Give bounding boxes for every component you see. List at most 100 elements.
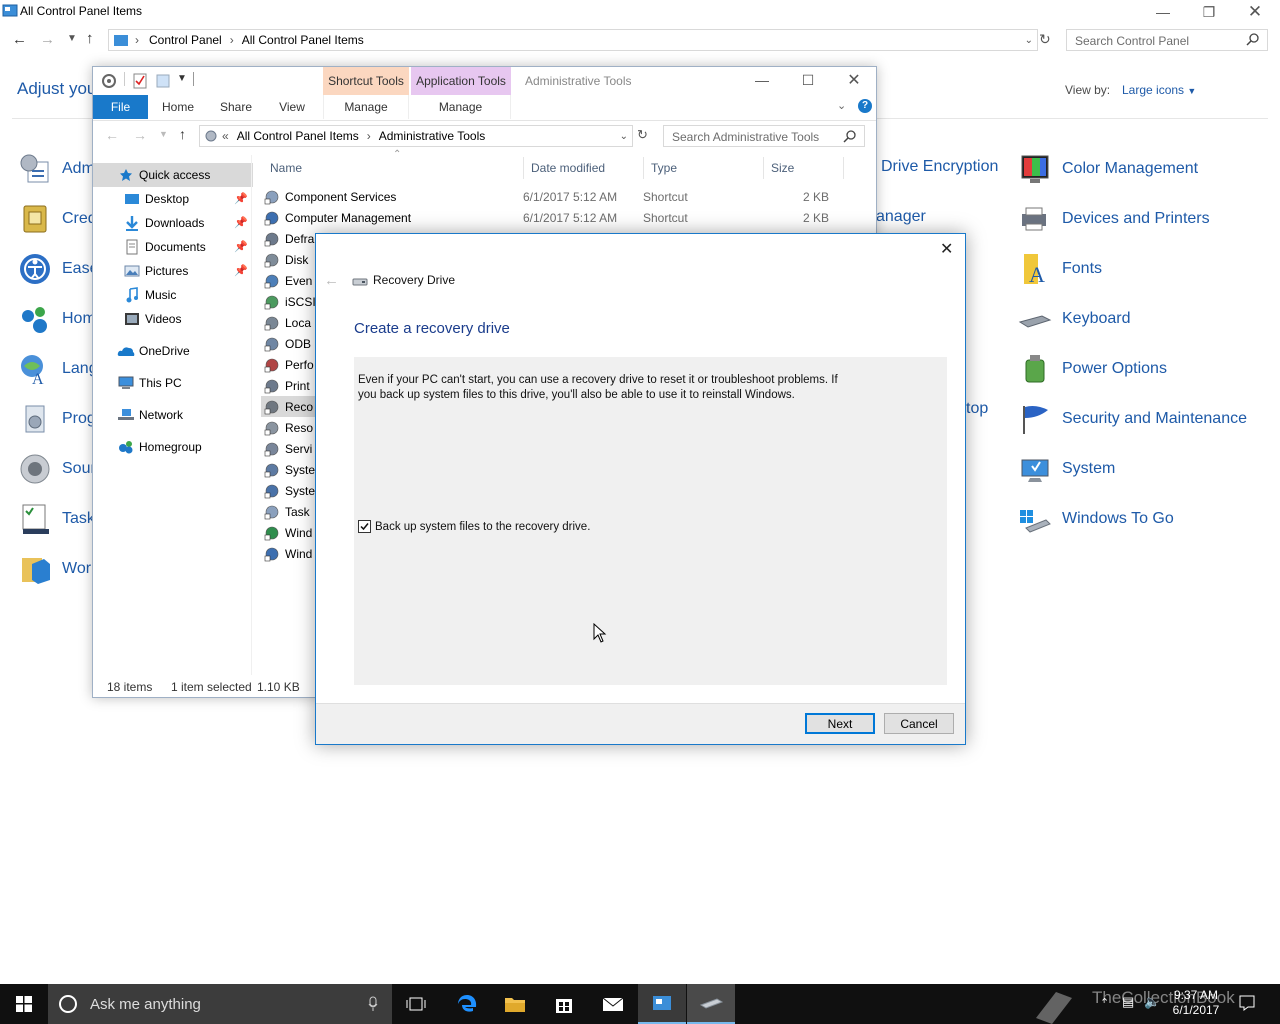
cp-item-security-maintenance[interactable]: Security and Maintenance <box>1018 399 1247 439</box>
cancel-button[interactable]: Cancel <box>884 713 954 734</box>
nav-item-onedrive[interactable]: OneDrive <box>93 339 253 363</box>
tab-application-tools[interactable]: Application Tools <box>411 67 511 95</box>
taskbar-recovery-drive[interactable] <box>687 984 735 1024</box>
nav-item-desktop[interactable]: Desktop 📌 <box>93 187 253 211</box>
refresh-icon[interactable]: ↻ <box>637 127 648 143</box>
new-folder-icon[interactable] <box>156 73 170 89</box>
next-button[interactable]: Next <box>805 713 875 734</box>
forward-arrow-icon[interactable]: → <box>40 31 55 48</box>
nav-item-documents[interactable]: Documents 📌 <box>93 235 253 259</box>
address-bar[interactable]: › Control Panel › All Control Panel Item… <box>108 29 1038 51</box>
nav-item-this-pc[interactable]: This PC <box>93 371 253 395</box>
cp-item-homegroup[interactable]: Hom <box>18 299 98 339</box>
breadcrumb-item[interactable]: Control Panel <box>149 33 222 47</box>
tab-shortcut-tools[interactable]: Shortcut Tools <box>323 67 409 95</box>
back-arrow-icon[interactable]: ← <box>324 272 339 289</box>
start-button[interactable] <box>0 984 48 1024</box>
recent-chevron-icon[interactable]: ▼ <box>159 129 168 139</box>
back-arrow-icon[interactable]: ← <box>105 127 119 143</box>
breadcrumb-item[interactable]: All Control Panel Items <box>237 129 359 143</box>
cp-item-color-management[interactable]: Color Management <box>1018 149 1247 189</box>
recent-chevron-icon[interactable]: ▼ <box>67 33 77 44</box>
nav-item-quick-access[interactable]: Quick access <box>93 163 253 187</box>
restore-button[interactable]: ❐ <box>1186 0 1232 24</box>
cp-item-fonts[interactable]: A Fonts <box>1018 249 1247 289</box>
cp-item-programs[interactable]: Prog <box>18 399 98 439</box>
expand-ribbon-icon[interactable]: ⌄ <box>837 99 846 112</box>
cp-item-partial-manager[interactable]: anager <box>876 208 926 226</box>
cp-item-credential-manager[interactable]: Cred <box>18 199 98 239</box>
column-header-type[interactable]: Type <box>651 161 677 175</box>
back-arrow-icon[interactable]: ← <box>12 31 27 48</box>
nav-item-downloads[interactable]: Downloads 📌 <box>93 211 253 235</box>
dropdown-chevron-icon[interactable]: ⌄ <box>1025 35 1033 46</box>
minimize-button[interactable]: — <box>1140 0 1186 24</box>
taskbar-mail[interactable] <box>589 984 637 1024</box>
cp-item-devices-printers[interactable]: Devices and Printers <box>1018 199 1247 239</box>
properties-icon[interactable] <box>101 73 117 89</box>
tab-file[interactable]: File <box>93 95 148 119</box>
microphone-icon[interactable] <box>368 996 378 1012</box>
taskbar-file-explorer[interactable] <box>491 984 539 1024</box>
breadcrumb-item[interactable]: All Control Panel Items <box>242 33 364 47</box>
cp-item-work-folders[interactable]: Wor <box>18 549 98 589</box>
cp-item-system[interactable]: System <box>1018 449 1247 489</box>
help-icon[interactable]: ? <box>858 99 872 113</box>
tab-application-manage[interactable]: Manage <box>411 95 511 119</box>
pin-icon[interactable]: 📌 <box>234 192 248 205</box>
cp-item-windows-to-go[interactable]: Windows To Go <box>1018 499 1247 539</box>
cp-item-partial-desktop[interactable]: top <box>966 400 988 418</box>
taskbar-control-panel[interactable] <box>638 984 686 1024</box>
breadcrumb-item[interactable]: Administrative Tools <box>379 129 486 143</box>
cp-item-power-options[interactable]: Power Options <box>1018 349 1247 389</box>
cp-item-sound[interactable]: Sour <box>18 449 98 489</box>
close-button[interactable]: ✕ <box>940 239 953 259</box>
view-by-dropdown[interactable]: Large icons ▼ <box>1122 83 1196 97</box>
network-icon[interactable]: ▤ <box>1122 994 1134 1010</box>
dropdown-chevron-icon[interactable]: ⌄ <box>620 131 628 142</box>
action-center-icon[interactable] <box>1238 994 1256 1012</box>
pin-icon[interactable]: 📌 <box>234 216 248 229</box>
clock[interactable]: 9:37 AM 6/1/2017 <box>1168 988 1224 1018</box>
column-header-date[interactable]: Date modified <box>531 161 605 175</box>
show-hidden-icons-icon[interactable]: ⌃ <box>1100 996 1109 1009</box>
pin-icon[interactable]: 📌 <box>234 264 248 277</box>
cortana-search-box[interactable]: Ask me anything <box>48 984 392 1024</box>
forward-arrow-icon[interactable]: → <box>133 127 147 143</box>
nav-item-pictures[interactable]: Pictures 📌 <box>93 259 253 283</box>
backup-checkbox[interactable] <box>358 520 371 533</box>
up-arrow-icon[interactable]: ↑ <box>86 30 94 47</box>
address-bar[interactable]: « All Control Panel Items › Administrati… <box>199 125 633 147</box>
tab-home[interactable]: Home <box>153 95 203 119</box>
pin-icon[interactable]: 📌 <box>234 240 248 253</box>
file-row[interactable]: Computer Management 6/1/2017 5:12 AM Short… <box>261 207 861 228</box>
search-input[interactable]: Search Control Panel <box>1066 29 1268 51</box>
nav-item-videos[interactable]: Videos <box>93 307 253 331</box>
checkmark-icon[interactable] <box>133 73 147 89</box>
task-view-button[interactable] <box>392 984 440 1024</box>
column-header-size[interactable]: Size <box>771 161 794 175</box>
maximize-button[interactable]: ☐ <box>785 67 831 93</box>
cp-item-bitlocker-drive-encryption[interactable]: Drive Encryption <box>881 158 998 176</box>
nav-item-network[interactable]: Network <box>93 403 253 427</box>
search-input[interactable]: Search Administrative Tools <box>663 125 865 147</box>
customize-toolbar-icon[interactable]: ▼ <box>177 73 187 84</box>
taskbar-edge[interactable] <box>443 984 491 1024</box>
cp-item-ease-of-access[interactable]: Ease <box>18 249 98 289</box>
breadcrumb-overflow[interactable]: « <box>222 129 229 143</box>
refresh-icon[interactable]: ↻ <box>1039 31 1051 48</box>
tab-shortcut-manage[interactable]: Manage <box>323 95 409 119</box>
minimize-button[interactable]: — <box>739 67 785 93</box>
nav-item-music[interactable]: Music <box>93 283 253 307</box>
volume-icon[interactable]: 🔈 <box>1144 994 1160 1010</box>
close-button[interactable]: ✕ <box>831 67 876 93</box>
cp-item-administrative-tools[interactable]: Adm <box>18 149 98 189</box>
up-arrow-icon[interactable]: ↑ <box>179 126 186 142</box>
backup-system-files-option[interactable]: Back up system files to the recovery dri… <box>358 520 590 533</box>
taskbar-store[interactable] <box>540 984 588 1024</box>
nav-item-homegroup[interactable]: Homegroup <box>93 435 253 459</box>
column-header-name[interactable]: Name <box>270 161 302 175</box>
cp-item-language[interactable]: A Lang <box>18 349 98 389</box>
file-row[interactable]: Component Services 6/1/2017 5:12 AM Shortc… <box>261 186 861 207</box>
close-button[interactable]: ✕ <box>1232 0 1278 24</box>
